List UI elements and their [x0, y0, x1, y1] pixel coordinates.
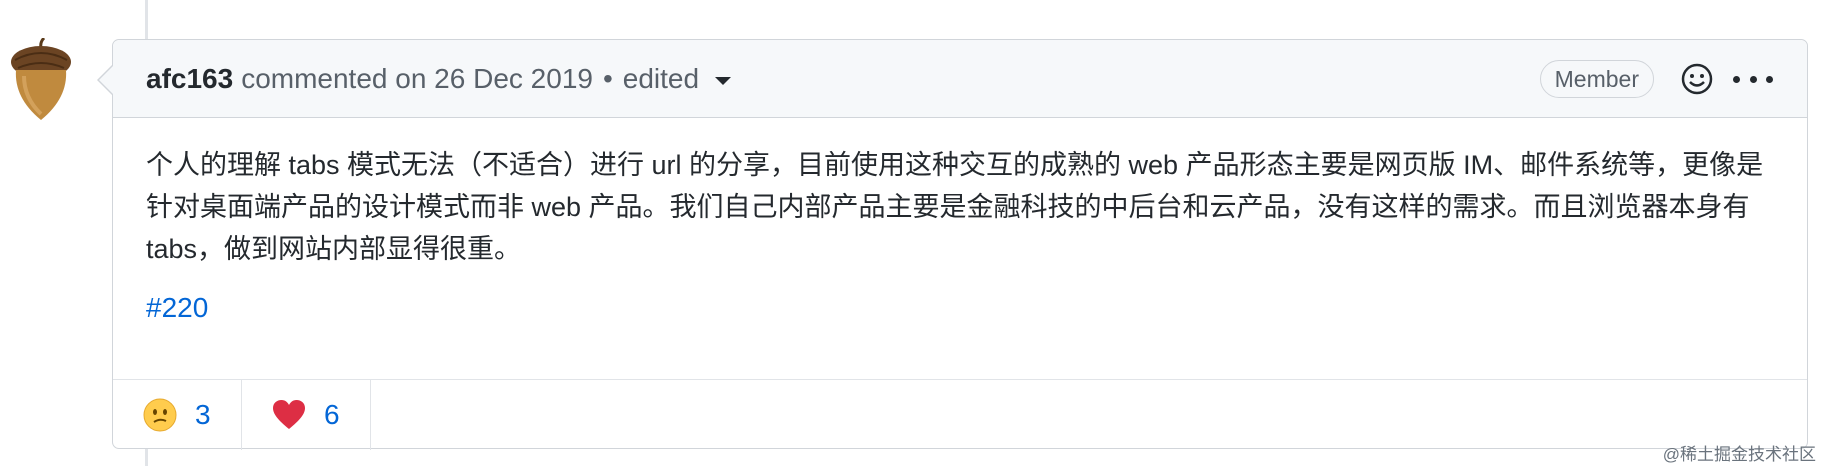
comment-box: afc163 commented on 26 Dec 2019 • edited… — [112, 39, 1808, 450]
confused-face-icon — [143, 398, 177, 432]
reaction-count: 3 — [195, 399, 211, 430]
comment-author[interactable]: afc163 — [146, 63, 233, 95]
reaction-confused[interactable]: 3 — [113, 380, 242, 450]
edited-label[interactable]: edited — [623, 63, 699, 95]
reaction-count: 6 — [324, 399, 340, 430]
reaction-heart[interactable]: 6 — [242, 380, 371, 450]
more-options-icon[interactable] — [1733, 73, 1773, 85]
separator-dot: • — [602, 62, 613, 94]
comment-body: 个人的理解 tabs 模式无法（不适合）进行 url 的分享，目前使用这种交互的… — [146, 150, 1764, 264]
comment-header: afc163 commented on 26 Dec 2019 • edited… — [113, 40, 1807, 118]
watermark: @稀土掘金技术社区 — [1662, 445, 1816, 464]
member-badge: Member — [1539, 60, 1654, 98]
avatar[interactable] — [6, 38, 76, 122]
smiley-icon[interactable] — [1680, 62, 1714, 96]
chevron-down-icon[interactable] — [715, 76, 732, 85]
heart-icon — [273, 400, 305, 429]
issue-link[interactable]: #220 — [146, 292, 208, 324]
reactions-bar: 3 6 — [113, 379, 1807, 450]
comment-arrow-fill — [99, 66, 113, 94]
comment-timestamp[interactable]: commented on 26 Dec 2019 — [241, 63, 593, 95]
